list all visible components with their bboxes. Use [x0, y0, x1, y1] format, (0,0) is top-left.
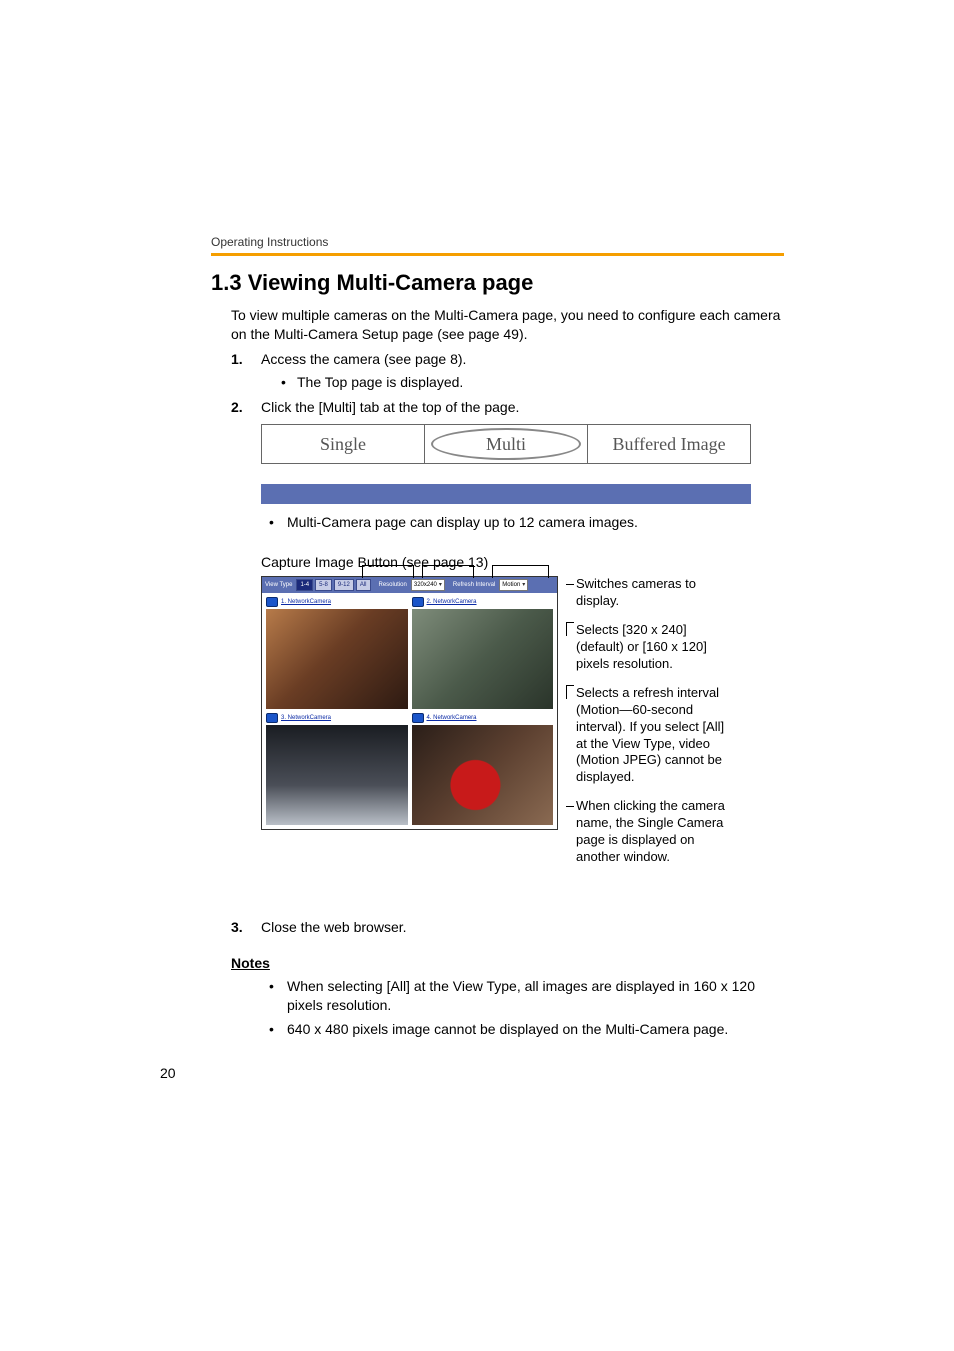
step-2-text: Click the [Multi] tab at the top of the … — [261, 399, 519, 415]
page: Operating Instructions 1.3 Viewing Multi… — [0, 0, 954, 1351]
notes-heading: Notes — [231, 955, 784, 971]
multicam-figure: View Type 1-4 5-8 9-12 All Resolution 32… — [261, 576, 784, 877]
tabs-blue-bar — [261, 484, 751, 504]
step-1: 1. Access the camera (see page 8). The T… — [231, 350, 784, 392]
note-2: 640 x 480 pixels image cannot be display… — [261, 1020, 784, 1039]
refresh-interval-select[interactable]: Motion — [499, 579, 528, 591]
multicam-annotations: Switches cameras to display. Selects [32… — [566, 576, 731, 877]
tab-single-label: Single — [320, 434, 366, 455]
tabs-figure: Single Multi Buffered Image — [261, 424, 751, 504]
camera-grid: 1. NetworkCamera 2. NetworkCamera 3. Net… — [262, 593, 557, 829]
camera-1-link[interactable]: 1. NetworkCamera — [266, 597, 408, 607]
tab-multi[interactable]: Multi — [424, 425, 587, 463]
view-type-label: View Type — [265, 582, 292, 588]
step-3: 3. Close the web browser. — [231, 918, 784, 937]
annotation-refresh-interval: Selects a refresh interval (Motion—60-se… — [566, 685, 731, 786]
camera-cell-4: 4. NetworkCamera — [412, 713, 554, 825]
annotation-camera-name: When clicking the camera name, the Singl… — [566, 798, 731, 866]
multicam-toolbar: View Type 1-4 5-8 9-12 All Resolution 32… — [262, 577, 557, 593]
tab-buffered-image[interactable]: Buffered Image — [587, 425, 750, 463]
camera-cell-1: 1. NetworkCamera — [266, 597, 408, 709]
tab-single[interactable]: Single — [262, 425, 424, 463]
annotation-view-type: Switches cameras to display. — [566, 576, 731, 610]
running-head: Operating Instructions — [211, 235, 784, 249]
camera-3-image — [266, 725, 408, 825]
tabs-row: Single Multi Buffered Image — [261, 424, 751, 464]
view-type-5-8-button[interactable]: 5-8 — [315, 579, 332, 591]
resolution-select[interactable]: 320x240 — [411, 579, 445, 591]
view-type-1-4-button[interactable]: 1-4 — [296, 579, 313, 591]
camera-4-image — [412, 725, 554, 825]
camera-1-image — [266, 609, 408, 709]
tabs-figure-note: Multi-Camera page can display up to 12 c… — [261, 514, 784, 530]
refresh-interval-label: Refresh Interval — [453, 582, 495, 588]
camera-3-link[interactable]: 3. NetworkCamera — [266, 713, 408, 723]
step-3-number: 3. — [231, 918, 243, 937]
camera-2-link[interactable]: 2. NetworkCamera — [412, 597, 554, 607]
tab-buffered-label: Buffered Image — [612, 434, 725, 455]
step-1-text: Access the camera (see page 8). — [261, 351, 466, 367]
header-rule — [211, 253, 784, 256]
camera-cell-3: 3. NetworkCamera — [266, 713, 408, 825]
camera-2-image — [412, 609, 554, 709]
step-1-number: 1. — [231, 350, 243, 369]
page-number: 20 — [160, 1065, 176, 1081]
view-type-9-12-button[interactable]: 9-12 — [334, 579, 354, 591]
annotation-resolution: Selects [320 x 240] (default) or [160 x … — [566, 622, 731, 673]
step-1-sub-1: The Top page is displayed. — [281, 373, 784, 392]
step-2-number: 2. — [231, 398, 243, 417]
capture-image-caption: Capture Image Button (see page 13) — [261, 554, 784, 570]
camera-cell-2: 2. NetworkCamera — [412, 597, 554, 709]
notes-list: When selecting [All] at the View Type, a… — [261, 977, 784, 1040]
steps-list: 1. Access the camera (see page 8). The T… — [231, 350, 784, 417]
steps-list-continued: 3. Close the web browser. — [231, 918, 784, 937]
tab-multi-label: Multi — [486, 434, 526, 455]
section-title: 1.3 Viewing Multi-Camera page — [211, 270, 784, 296]
step-3-text: Close the web browser. — [261, 919, 407, 935]
resolution-label: Resolution — [379, 582, 407, 588]
view-type-all-button[interactable]: All — [356, 579, 371, 591]
note-1: When selecting [All] at the View Type, a… — [261, 977, 784, 1015]
intro-paragraph: To view multiple cameras on the Multi-Ca… — [231, 306, 784, 344]
tabs-figure-note-text: Multi-Camera page can display up to 12 c… — [261, 514, 784, 530]
multicam-screenshot: View Type 1-4 5-8 9-12 All Resolution 32… — [261, 576, 558, 830]
camera-4-link[interactable]: 4. NetworkCamera — [412, 713, 554, 723]
step-2: 2. Click the [Multi] tab at the top of t… — [231, 398, 784, 417]
